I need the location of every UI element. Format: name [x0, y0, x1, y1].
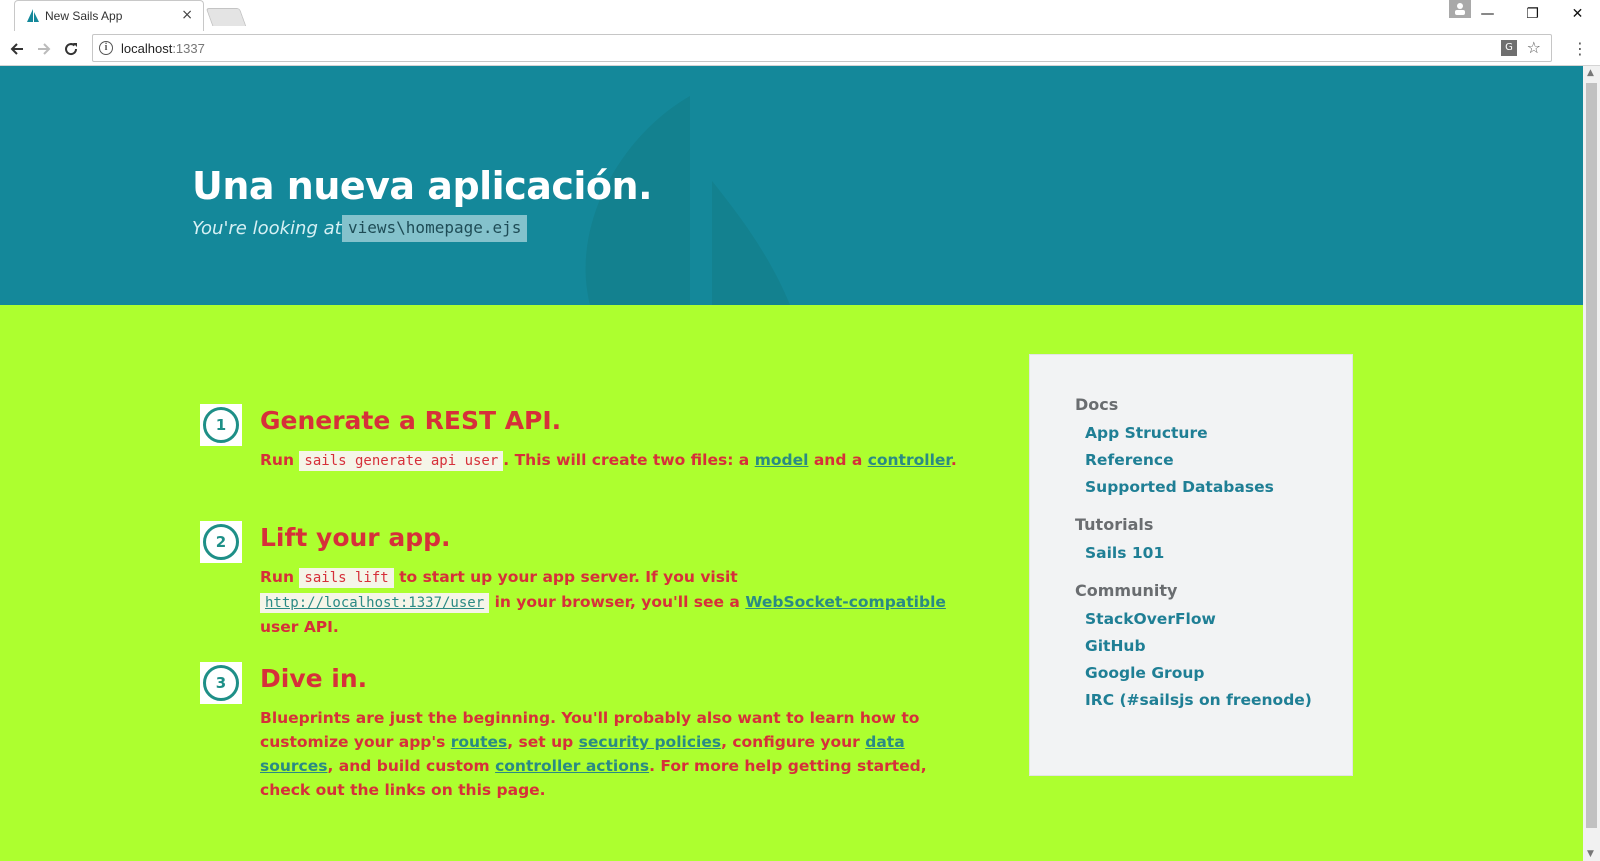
view-path-code: views\homepage.ejs	[342, 215, 528, 242]
docs-links: App Structure Reference Supported Databa…	[1085, 420, 1352, 501]
back-arrow-icon	[10, 43, 23, 55]
scrollbar-thumb[interactable]	[1586, 83, 1597, 828]
tab-close-icon[interactable]: ×	[181, 7, 193, 23]
forward-arrow-icon	[38, 43, 51, 55]
vertical-scrollbar[interactable]: ▲ ▼	[1583, 66, 1600, 861]
command-code: sails lift	[299, 568, 394, 588]
localhost-user-link[interactable]: http://localhost:1337/user	[265, 595, 484, 611]
translate-icon[interactable]: G	[1501, 40, 1517, 56]
minimize-button[interactable]: —	[1465, 0, 1510, 28]
step-description: Blueprints are just the beginning. You'l…	[260, 709, 927, 799]
close-window-button[interactable]: ✕	[1555, 0, 1600, 28]
step-number-badge: 2	[200, 521, 242, 563]
main-content: 1 Generate a REST API. Run sails generat…	[0, 305, 1583, 861]
command-code: sails generate api user	[299, 451, 504, 471]
tab-strip: New Sails App × — ❐ ✕	[0, 0, 1600, 32]
sidebar-heading-community: Community	[1075, 581, 1178, 600]
reload-button[interactable]	[58, 36, 84, 62]
sidebar-link-google-group[interactable]: Google Group	[1085, 660, 1352, 687]
scroll-up-arrow-icon[interactable]: ▲	[1587, 68, 1594, 78]
sidebar-link-reference[interactable]: Reference	[1085, 447, 1352, 474]
links-sidebar: Docs App Structure Reference Supported D…	[1029, 354, 1353, 776]
window-controls: — ❐ ✕	[1449, 0, 1600, 28]
back-button[interactable]	[4, 36, 30, 62]
step-description: Run sails lift to start up your app serv…	[260, 568, 946, 636]
sidebar-heading-tutorials: Tutorials	[1075, 515, 1154, 534]
sails-favicon-icon	[27, 9, 39, 22]
hero-banner: Una nueva aplicación. You're looking at:…	[0, 66, 1583, 305]
bookmark-star-icon[interactable]: ☆	[1527, 38, 1541, 57]
sidebar-link-app-structure[interactable]: App Structure	[1085, 420, 1352, 447]
browser-menu-icon[interactable]: ⋮	[1572, 40, 1588, 58]
sidebar-link-github[interactable]: GitHub	[1085, 633, 1352, 660]
sidebar-link-sails-101[interactable]: Sails 101	[1085, 540, 1352, 567]
tutorials-links: Sails 101	[1085, 540, 1352, 567]
sidebar-link-stackoverflow[interactable]: StackOverFlow	[1085, 606, 1352, 633]
controller-link[interactable]: controller	[868, 451, 951, 469]
community-links: StackOverFlow GitHub Google Group IRC (#…	[1085, 606, 1352, 714]
new-tab-button[interactable]	[205, 8, 247, 26]
looking-at-label: You're looking at:	[192, 218, 348, 239]
url-text: localhost:1337	[121, 41, 205, 56]
websocket-link[interactable]: WebSocket-compatible	[745, 593, 946, 611]
sidebar-heading-docs: Docs	[1075, 395, 1119, 414]
step-title: Lift your app.	[260, 523, 451, 552]
tab-title: New Sails App	[45, 9, 123, 23]
hero-title: Una nueva aplicación.	[192, 164, 653, 208]
sidebar-link-irc[interactable]: IRC (#sailsjs on freenode)	[1085, 687, 1352, 714]
browser-toolbar: i localhost:1337 G ☆ ⋮	[0, 32, 1600, 66]
site-info-icon[interactable]: i	[99, 41, 113, 55]
browser-tab[interactable]: New Sails App ×	[14, 0, 204, 31]
sidebar-link-supported-databases[interactable]: Supported Databases	[1085, 474, 1352, 501]
step-title: Dive in.	[260, 664, 368, 693]
security-policies-link[interactable]: security policies	[579, 733, 721, 751]
address-bar[interactable]: i localhost:1337 G ☆	[92, 34, 1552, 62]
scroll-down-arrow-icon[interactable]: ▼	[1587, 849, 1594, 859]
step-title: Generate a REST API.	[260, 406, 562, 435]
model-link[interactable]: model	[755, 451, 809, 469]
forward-button[interactable]	[31, 36, 57, 62]
routes-link[interactable]: routes	[451, 733, 507, 751]
step-number-badge: 1	[200, 404, 242, 446]
step-description: Run sails generate api user. This will c…	[260, 451, 957, 471]
step-number-badge: 3	[200, 662, 242, 704]
page-viewport: Una nueva aplicación. You're looking at:…	[0, 66, 1583, 861]
reload-icon	[65, 43, 78, 56]
restore-button[interactable]: ❐	[1510, 0, 1555, 28]
controller-actions-link[interactable]: controller actions	[495, 757, 649, 775]
profile-icon[interactable]	[1449, 0, 1471, 18]
